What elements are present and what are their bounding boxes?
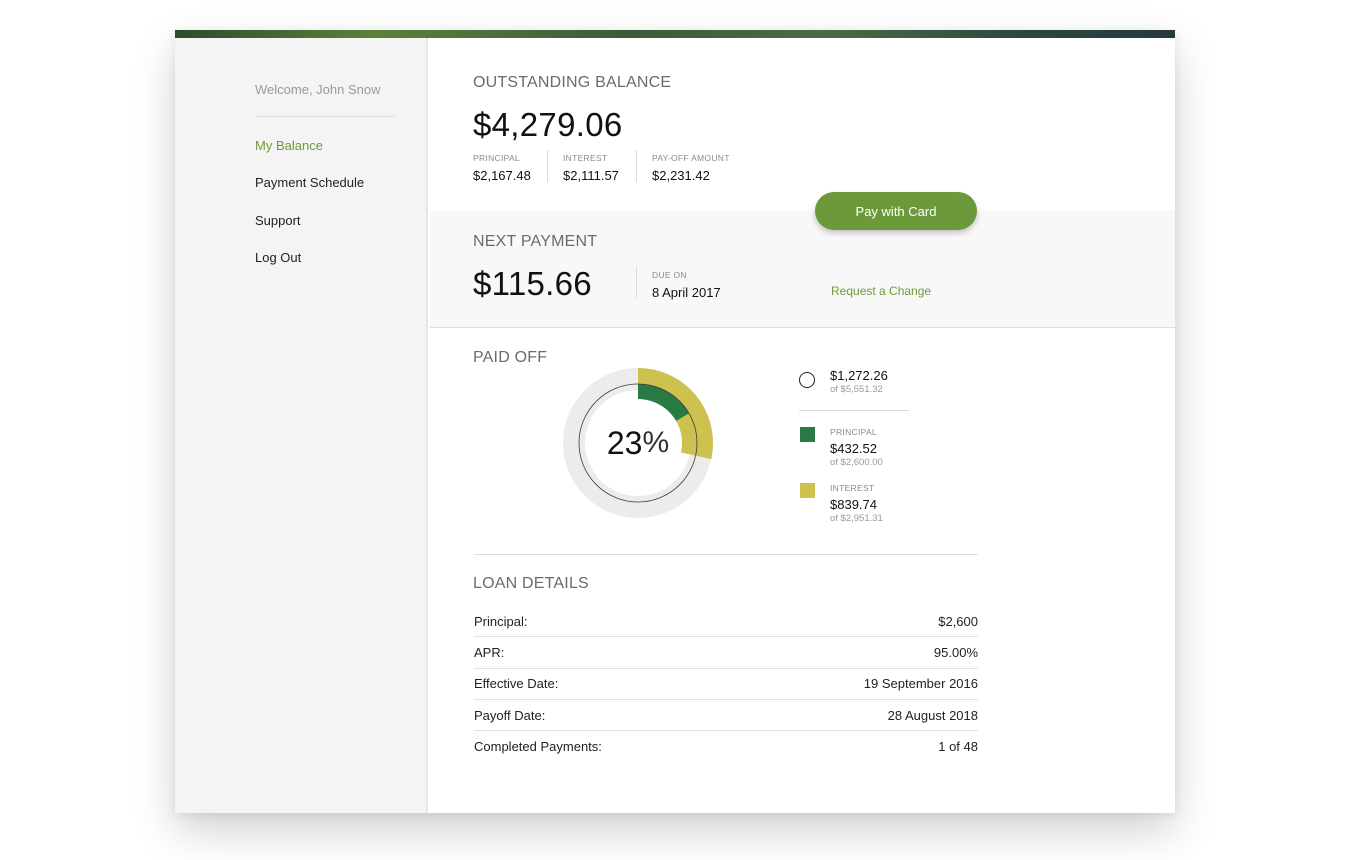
sidebar-item-log-out[interactable]: Log Out	[255, 250, 301, 265]
loan-detail-label: Effective Date:	[474, 676, 559, 692]
loan-detail-value: $2,600	[938, 613, 978, 629]
loan-details-table: Principal: $2,600 APR: 95.00% Effective …	[474, 606, 978, 762]
payoff-amount-label: PAY-OFF AMOUNT	[652, 153, 730, 163]
table-row: Effective Date: 19 September 2016	[474, 669, 978, 700]
due-on-value: 8 April 2017	[652, 285, 721, 300]
table-row: Payoff Date: 28 August 2018	[474, 700, 978, 732]
interest-legend-of: of $2,951.31	[830, 513, 883, 524]
header-gradient-bar	[175, 30, 1175, 38]
paid-off-percent: 23%	[563, 368, 713, 518]
table-row: APR: 95.00%	[474, 637, 978, 669]
request-change-link[interactable]: Request a Change	[831, 284, 931, 298]
paid-off-percent-number: 23	[606, 424, 643, 461]
loan-detail-value: 1 of 48	[938, 739, 978, 755]
section-divider	[474, 554, 978, 555]
principal-legend-swatch	[800, 427, 815, 442]
table-row: Completed Payments: 1 of 48	[474, 731, 978, 762]
principal-legend-value: $432.52	[830, 441, 877, 456]
sidebar-divider	[255, 116, 395, 117]
balance-separator	[636, 150, 637, 182]
outstanding-balance-amount: $4,279.06	[473, 106, 623, 143]
balance-separator	[547, 150, 548, 182]
total-paid-circle-icon	[799, 372, 815, 388]
loan-details-title: LOAN DETAILS	[473, 575, 589, 592]
payoff-amount-value: $2,231.42	[652, 168, 710, 183]
total-paid-of: of $5,551.32	[830, 384, 883, 395]
principal-legend-of: of $2,600.00	[830, 457, 883, 468]
sidebar-item-payment-schedule[interactable]: Payment Schedule	[255, 175, 364, 190]
next-payment-amount: $115.66	[473, 265, 592, 302]
loan-detail-label: Completed Payments:	[474, 739, 602, 755]
principal-label: PRINCIPAL	[473, 153, 520, 163]
loan-detail-value: 28 August 2018	[887, 707, 978, 723]
interest-value: $2,111.57	[563, 168, 619, 183]
loan-detail-label: Payoff Date:	[474, 707, 546, 723]
interest-legend-value: $839.74	[830, 497, 877, 512]
interest-label: INTEREST	[563, 153, 608, 163]
outstanding-balance-title: OUTSTANDING BALANCE	[473, 74, 672, 91]
interest-legend-label: INTEREST	[830, 483, 875, 493]
legend-divider	[799, 410, 909, 411]
next-payment-separator	[636, 266, 637, 298]
app-window: Welcome, John Snow My Balance Payment Sc…	[175, 30, 1175, 813]
loan-detail-label: Principal:	[474, 613, 528, 629]
pay-with-card-button[interactable]: Pay with Card	[815, 192, 977, 230]
table-row: Principal: $2,600	[474, 606, 978, 638]
next-payment-title: NEXT PAYMENT	[473, 233, 598, 250]
paid-off-percent-sign: %	[642, 426, 670, 459]
principal-value: $2,167.48	[473, 168, 531, 183]
loan-detail-value: 95.00%	[933, 644, 978, 660]
sidebar-item-my-balance[interactable]: My Balance	[255, 138, 323, 153]
main-content: OUTSTANDING BALANCE $4,279.06 PRINCIPAL …	[430, 38, 1175, 813]
loan-detail-label: APR:	[474, 644, 505, 660]
loan-detail-value: 19 September 2016	[863, 676, 978, 692]
sidebar-item-support[interactable]: Support	[255, 213, 301, 228]
welcome-text: Welcome, John Snow	[255, 82, 381, 97]
principal-legend-label: PRINCIPAL	[830, 427, 877, 437]
total-paid-value: $1,272.26	[830, 368, 888, 383]
paid-off-title: PAID OFF	[473, 349, 548, 366]
interest-legend-swatch	[800, 483, 815, 498]
due-on-label: DUE ON	[652, 270, 687, 280]
sidebar: Welcome, John Snow My Balance Payment Sc…	[175, 38, 428, 813]
